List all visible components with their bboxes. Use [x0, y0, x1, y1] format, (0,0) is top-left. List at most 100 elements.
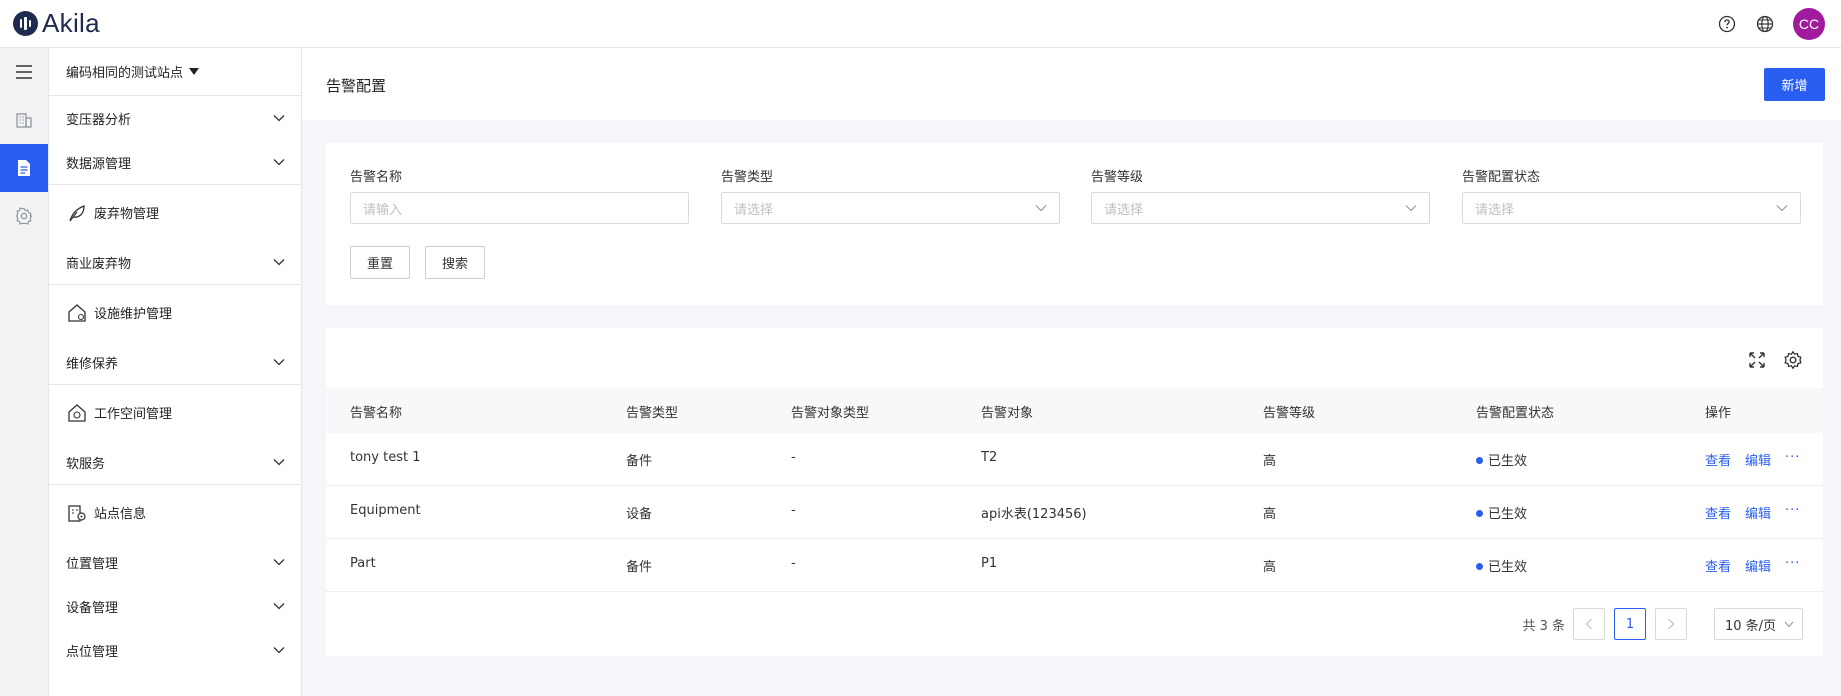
settings-icon[interactable] [0, 192, 48, 240]
sidebar-group-6[interactable]: 工作空间管理 [49, 384, 301, 440]
sidebar-item-label: 维修保养 [66, 356, 119, 372]
fullscreen-icon[interactable] [1747, 350, 1767, 374]
view-link[interactable]: 查看 [1705, 450, 1731, 469]
total-count: 共 3 条 [1522, 618, 1565, 634]
more-actions-button[interactable]: ··· [1785, 503, 1800, 518]
sidebar-item-10[interactable]: 设备管理 [49, 584, 301, 628]
pagination: 共 3 条 1 10 条/页 [1522, 608, 1823, 640]
cell-object: P1 [981, 556, 998, 571]
alarm-type-select[interactable]: 请选择 [721, 192, 1060, 224]
status-dot-icon [1476, 563, 1483, 570]
sidebar-item-7[interactable]: 软服务 [49, 440, 301, 484]
sidebar: 编码相同的测试站点 变压器分析 数据源管理废弃物管理商业废弃物设施维护管理维修保养… [49, 48, 302, 696]
chevron-down-icon [273, 356, 285, 368]
alarm-level-select[interactable]: 请选择 [1091, 192, 1430, 224]
status-dot-icon [1476, 510, 1483, 517]
edit-link[interactable]: 编辑 [1745, 556, 1771, 575]
table-header: 告警名称 告警类型 告警对象类型 告警对象 告警等级 告警配置状态 操作 [326, 388, 1823, 433]
cell-name: Equipment [350, 503, 421, 518]
sidebar-item-label: 设备管理 [66, 600, 119, 616]
sidebar-item-3[interactable]: 商业废弃物 [49, 240, 301, 284]
next-page-button[interactable] [1655, 608, 1687, 640]
more-actions-button[interactable]: ··· [1785, 556, 1800, 571]
chevron-down-icon [1776, 205, 1788, 212]
prev-page-button[interactable] [1573, 608, 1605, 640]
sidebar-item-label: 点位管理 [66, 644, 119, 660]
document-icon[interactable] [0, 144, 48, 192]
chevron-right-icon [1668, 618, 1675, 630]
status-badge: 已生效 [1476, 503, 1527, 522]
building-icon[interactable] [0, 96, 48, 144]
search-button[interactable]: 搜索 [425, 246, 485, 279]
cell-type: 备件 [626, 454, 653, 469]
chevron-down-icon [273, 156, 285, 168]
cell-object: api水表(123456) [981, 507, 1087, 522]
page-size-select[interactable]: 10 条/页 [1714, 608, 1803, 640]
status-text: 已生效 [1488, 560, 1528, 575]
cell-object-type: - [791, 450, 796, 465]
table-row: Equipment 设备 - api水表(123456) 高 已生效 查看 编辑 ··· [326, 486, 1823, 539]
chevron-down-icon [273, 456, 285, 468]
status-dot-icon [1476, 457, 1483, 464]
alarm-level-filter: 告警等级 请选择 [1091, 166, 1430, 224]
column-settings-icon[interactable] [1783, 350, 1803, 374]
chevron-left-icon [1585, 618, 1592, 630]
sidebar-group-4[interactable]: 设施维护管理 [49, 284, 301, 340]
table-row: Part 备件 - P1 高 已生效 查看 编辑 ··· [326, 539, 1823, 592]
cell-object-type: - [791, 503, 796, 518]
page-size-value: 10 条/页 [1725, 618, 1777, 634]
alarm-name-placeholder: 请输入 [363, 202, 403, 218]
sidebar-item-9[interactable]: 位置管理 [49, 540, 301, 584]
alarm-name-input[interactable]: 请输入 [350, 192, 689, 224]
help-icon[interactable] [1717, 14, 1737, 34]
menu-toggle-icon[interactable] [0, 48, 48, 96]
user-avatar[interactable]: CC [1793, 8, 1825, 40]
sidebar-group-2[interactable]: 废弃物管理 [49, 184, 301, 240]
site-name: 编码相同的测试站点 [66, 66, 184, 81]
sidebar-group-label: 设施维护管理 [94, 307, 173, 322]
sidebar-group-8[interactable]: 站点信息 [49, 484, 301, 540]
edit-link[interactable]: 编辑 [1745, 503, 1771, 522]
sidebar-item-11[interactable]: 点位管理 [49, 628, 301, 672]
house-gear-icon [66, 302, 88, 324]
status-badge: 已生效 [1476, 556, 1527, 575]
column-header: 操作 [1705, 406, 1732, 421]
sidebar-item-5[interactable]: 维修保养 [49, 340, 301, 384]
site-selector[interactable]: 编码相同的测试站点 [49, 48, 301, 96]
edit-link[interactable]: 编辑 [1745, 450, 1771, 469]
sidebar-item-label: 位置管理 [66, 556, 119, 572]
status-badge: 已生效 [1476, 450, 1527, 469]
building-pin-icon [66, 502, 88, 524]
add-button[interactable]: 新增 [1764, 68, 1825, 101]
leaf-icon [66, 202, 88, 224]
cell-type: 设备 [626, 507, 653, 522]
nav-rail [0, 48, 49, 696]
more-actions-button[interactable]: ··· [1785, 450, 1800, 465]
sidebar-group-label: 废弃物管理 [94, 207, 160, 222]
column-header: 告警等级 [1263, 406, 1316, 421]
view-link[interactable]: 查看 [1705, 556, 1731, 575]
cell-level: 高 [1263, 560, 1277, 575]
chevron-down-icon [273, 644, 285, 656]
filter-panel: 告警名称 请输入 告警类型 请选择 告警等级 请选择 告警配置状态 请选择 重置… [326, 143, 1823, 305]
app-logo[interactable]: Akila [13, 8, 100, 39]
reset-button[interactable]: 重置 [350, 246, 410, 279]
caret-down-icon [189, 68, 200, 75]
chevron-down-icon [273, 600, 285, 612]
globe-icon[interactable] [1755, 14, 1775, 34]
logo-mark-icon [13, 11, 38, 36]
cell-name: Part [350, 556, 376, 571]
view-link[interactable]: 查看 [1705, 503, 1731, 522]
alarm-type-filter: 告警类型 请选择 [721, 166, 1060, 224]
sidebar-item-label: 软服务 [66, 456, 106, 472]
alarm-status-select[interactable]: 请选择 [1462, 192, 1801, 224]
chevron-down-icon [1784, 621, 1794, 627]
alarm-level-label: 告警等级 [1091, 170, 1144, 185]
top-bar: Akila CC [0, 0, 1841, 48]
alarm-name-filter: 告警名称 请输入 [350, 166, 689, 224]
sidebar-item-0[interactable]: 变压器分析 [49, 96, 301, 140]
page-button-current[interactable]: 1 [1614, 608, 1646, 640]
house-check-icon [66, 402, 88, 424]
sidebar-group-label: 工作空间管理 [94, 407, 173, 422]
sidebar-item-1[interactable]: 数据源管理 [49, 140, 301, 184]
